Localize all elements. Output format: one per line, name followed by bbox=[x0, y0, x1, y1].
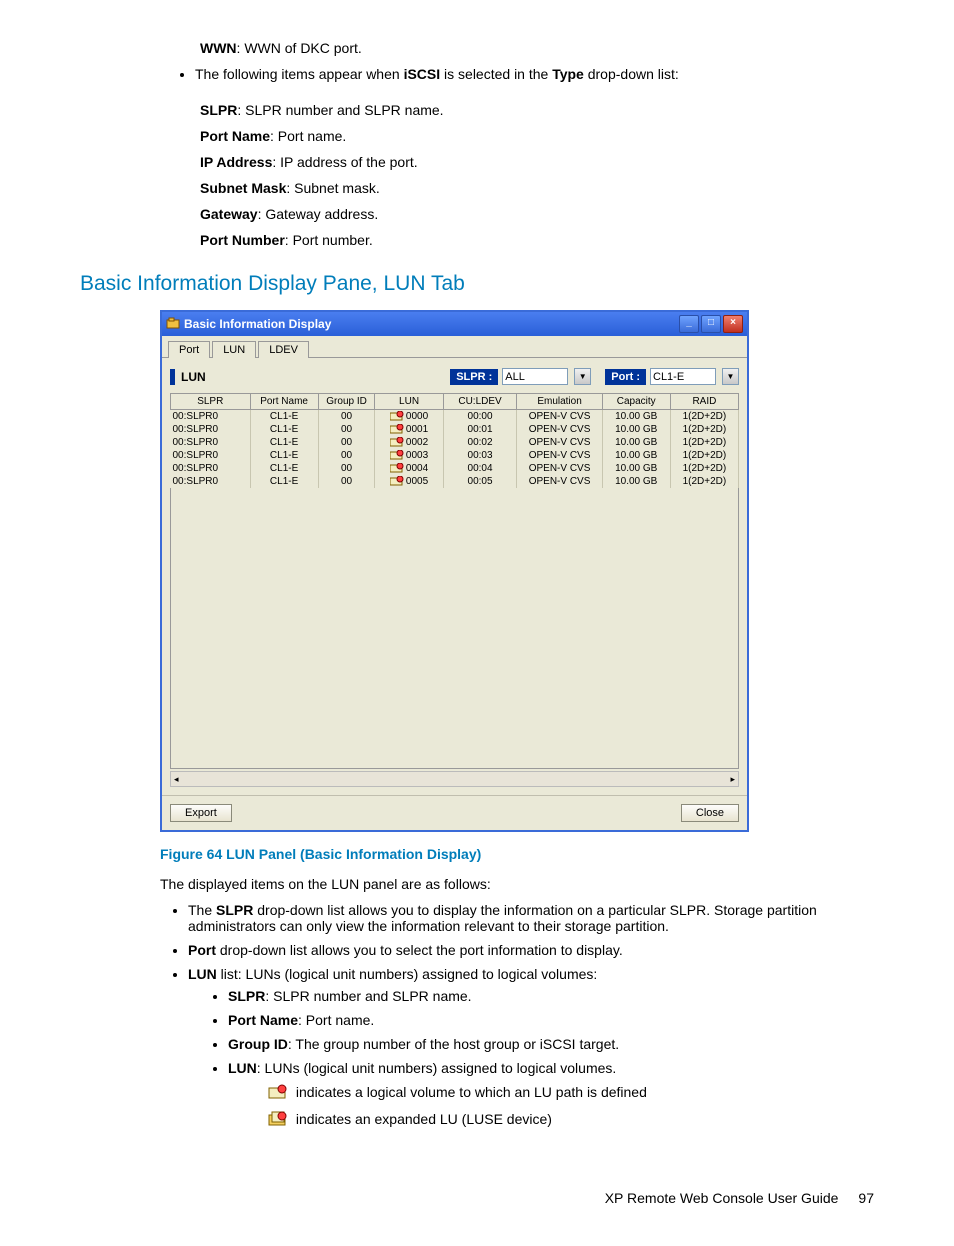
def-wwn: WWN: WWN of DKC port. bbox=[200, 40, 874, 56]
sub-slpr: SLPR: SLPR number and SLPR name. bbox=[228, 988, 874, 1004]
icon-note-1: indicates a logical volume to which an L… bbox=[268, 1084, 874, 1103]
port-dropdown[interactable]: CL1-E bbox=[650, 368, 716, 385]
col-header[interactable]: Capacity bbox=[602, 394, 670, 410]
luse-device-icon bbox=[268, 1111, 288, 1130]
lun-row-icon bbox=[390, 476, 404, 486]
lun-row-icon bbox=[390, 424, 404, 434]
def-line: Gateway: Gateway address. bbox=[200, 206, 874, 222]
after-fig-para: The displayed items on the LUN panel are… bbox=[160, 876, 874, 892]
window-title: Basic Information Display bbox=[184, 317, 331, 331]
tabs: Port LUN LDEV bbox=[162, 336, 747, 358]
def-line: Port Name: Port name. bbox=[200, 128, 874, 144]
table-row[interactable]: 00:SLPR0CL1-E00000400:04OPEN-V CVS10.00 … bbox=[171, 462, 739, 475]
slpr-label: SLPR : bbox=[450, 369, 498, 385]
sub-portname: Port Name: Port name. bbox=[228, 1012, 874, 1028]
tab-ldev[interactable]: LDEV bbox=[258, 341, 309, 358]
panel-head: LUN SLPR : ALL ▼ Port : CL1-E ▼ bbox=[162, 358, 747, 393]
sub-groupid: Group ID: The group number of the host g… bbox=[228, 1036, 874, 1052]
icon-note-2: indicates an expanded LU (LUSE device) bbox=[268, 1111, 874, 1130]
sub-lun: LUN: LUNs (logical unit numbers) assigne… bbox=[228, 1060, 874, 1130]
top-defs: SLPR: SLPR number and SLPR name. Port Nam… bbox=[200, 102, 874, 248]
col-header[interactable]: Group ID bbox=[318, 394, 375, 410]
close-icon[interactable]: × bbox=[723, 315, 743, 333]
table-row[interactable]: 00:SLPR0CL1-E00000100:01OPEN-V CVS10.00 … bbox=[171, 423, 739, 436]
tab-lun[interactable]: LUN bbox=[212, 341, 256, 358]
table-row[interactable]: 00:SLPR0CL1-E00000500:05OPEN-V CVS10.00 … bbox=[171, 475, 739, 488]
def-line: SLPR: SLPR number and SLPR name. bbox=[200, 102, 874, 118]
panel-label: LUN bbox=[170, 369, 206, 385]
table-row[interactable]: 00:SLPR0CL1-E00000000:00OPEN-V CVS10.00 … bbox=[171, 410, 739, 424]
def-line: IP Address: IP address of the port. bbox=[200, 154, 874, 170]
figure-wrap: Basic Information Display _ □ × Port LUN… bbox=[160, 310, 874, 862]
dropdown-arrow-icon[interactable]: ▼ bbox=[722, 368, 739, 385]
def-line: Port Number: Port number. bbox=[200, 232, 874, 248]
lun-row-icon bbox=[390, 437, 404, 447]
col-header[interactable]: RAID bbox=[670, 394, 738, 410]
col-header[interactable]: LUN bbox=[375, 394, 443, 410]
body-bullets: The SLPR drop-down list allows you to di… bbox=[80, 902, 874, 1130]
col-header[interactable]: Port Name bbox=[250, 394, 318, 410]
top-bullet-list: The following items appear when iSCSI is… bbox=[80, 66, 874, 82]
tab-port[interactable]: Port bbox=[168, 341, 210, 358]
section-heading: Basic Information Display Pane, LUN Tab bbox=[80, 272, 874, 296]
slpr-dropdown[interactable]: ALL bbox=[502, 368, 568, 385]
table-row[interactable]: 00:SLPR0CL1-E00000300:03OPEN-V CVS10.00 … bbox=[171, 449, 739, 462]
dropdown-arrow-icon[interactable]: ▼ bbox=[574, 368, 591, 385]
titlebar[interactable]: Basic Information Display _ □ × bbox=[162, 312, 747, 336]
lun-row-icon bbox=[390, 411, 404, 421]
lun-row-icon bbox=[390, 450, 404, 460]
dialog-window: Basic Information Display _ □ × Port LUN… bbox=[160, 310, 749, 832]
iscsi-note: The following items appear when iSCSI is… bbox=[195, 66, 874, 82]
scroll-right-icon[interactable]: ▸ bbox=[727, 774, 738, 785]
lun-row-icon bbox=[390, 463, 404, 473]
export-button[interactable]: Export bbox=[170, 804, 232, 822]
app-icon bbox=[166, 317, 180, 331]
page-footer: XP Remote Web Console User Guide97 bbox=[80, 1190, 874, 1206]
col-header[interactable]: Emulation bbox=[517, 394, 602, 410]
bullet-port: Port drop-down list allows you to select… bbox=[188, 942, 874, 958]
lun-table: SLPRPort NameGroup IDLUNCU:LDEVEmulation… bbox=[170, 393, 739, 488]
minimize-icon[interactable]: _ bbox=[679, 315, 699, 333]
maximize-icon[interactable]: □ bbox=[701, 315, 721, 333]
scroll-left-icon[interactable]: ◂ bbox=[171, 774, 182, 785]
table-row[interactable]: 00:SLPR0CL1-E00000200:02OPEN-V CVS10.00 … bbox=[171, 436, 739, 449]
figure-caption: Figure 64 LUN Panel (Basic Information D… bbox=[160, 846, 874, 862]
col-header[interactable]: CU:LDEV bbox=[443, 394, 517, 410]
def-line: Subnet Mask: Subnet mask. bbox=[200, 180, 874, 196]
lun-defined-icon bbox=[268, 1084, 288, 1103]
port-label: Port : bbox=[605, 369, 646, 385]
bullet-slpr: The SLPR drop-down list allows you to di… bbox=[188, 902, 874, 934]
hscrollbar[interactable]: ◂ ▸ bbox=[170, 771, 739, 787]
bullet-lun: LUN list: LUNs (logical unit numbers) as… bbox=[188, 966, 874, 1130]
close-button[interactable]: Close bbox=[681, 804, 739, 822]
col-header[interactable]: SLPR bbox=[171, 394, 251, 410]
